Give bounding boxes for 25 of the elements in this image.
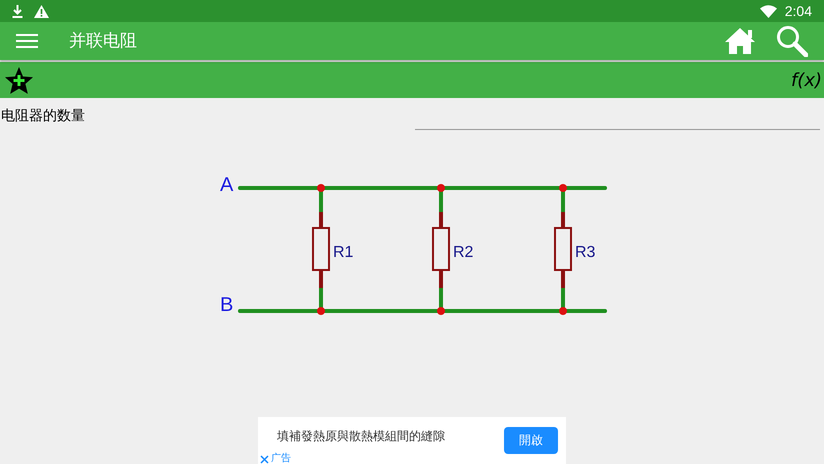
resistor-label: R3: [575, 244, 596, 261]
wifi-icon: [760, 4, 777, 18]
junction-dot: [317, 307, 325, 315]
terminal-label: A: [220, 174, 234, 196]
ad-text: 填補發熱原與散熱模組間的縫隙: [277, 428, 445, 444]
clock-time: 2:04: [784, 2, 812, 20]
terminal-label: B: [220, 294, 234, 316]
search-icon[interactable]: [776, 25, 808, 57]
junction-dot: [559, 307, 567, 315]
download-icon: [12, 4, 23, 18]
resistor-label: R2: [453, 244, 474, 261]
warning-icon: [34, 4, 49, 18]
junction-dot: [437, 307, 445, 315]
add-favorite-icon[interactable]: [4, 66, 34, 94]
app-title: 并联电阻: [69, 30, 137, 52]
junction-dot: [317, 184, 325, 192]
field-label: 电阻器的数量: [1, 106, 85, 125]
junction-dot: [437, 184, 445, 192]
ad-tag: 广告: [271, 454, 291, 464]
home-icon[interactable]: [724, 27, 756, 55]
junction-dot: [559, 184, 567, 192]
close-icon[interactable]: [260, 454, 269, 464]
formula-button[interactable]: f(x): [790, 66, 822, 94]
resistor-label: R1: [333, 244, 354, 261]
menu-button[interactable]: [16, 32, 38, 50]
